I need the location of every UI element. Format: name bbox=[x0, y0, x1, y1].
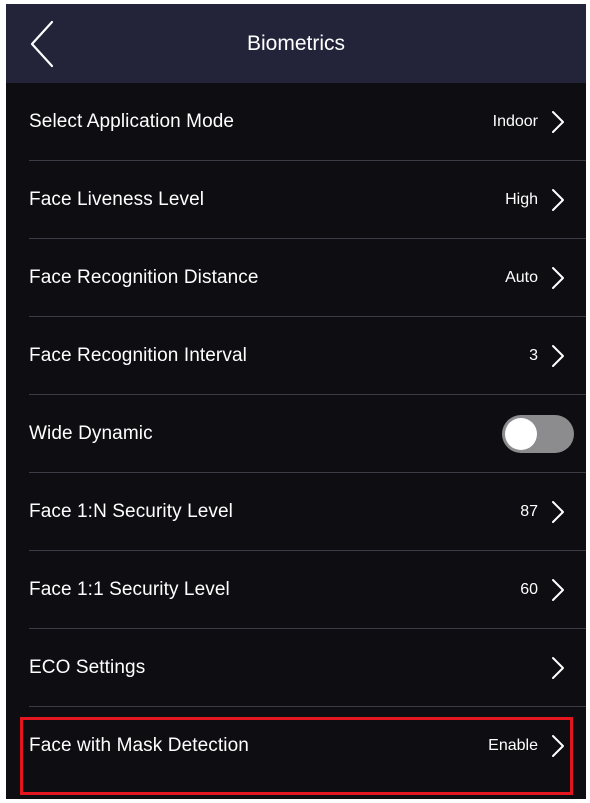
row-face-11-security-level[interactable]: Face 1:1 Security Level 60 bbox=[6, 551, 586, 629]
row-value: Indoor bbox=[492, 113, 538, 130]
chevron-right-icon bbox=[552, 267, 564, 289]
row-value: 3 bbox=[529, 347, 538, 364]
row-value: Auto bbox=[505, 269, 538, 286]
header-bar: Biometrics bbox=[6, 4, 586, 83]
row-value: 87 bbox=[520, 503, 538, 520]
row-label: Face Recognition Distance bbox=[29, 267, 259, 288]
row-label: Face 1:N Security Level bbox=[29, 501, 233, 522]
chevron-right-icon bbox=[552, 501, 564, 523]
row-label: Face with Mask Detection bbox=[29, 735, 249, 756]
chevron-right-icon bbox=[552, 111, 564, 133]
row-select-application-mode[interactable]: Select Application Mode Indoor bbox=[6, 83, 586, 161]
chevron-right-icon bbox=[552, 657, 564, 679]
device-screen: Biometrics Select Application Mode Indoo… bbox=[6, 4, 586, 799]
page-title: Biometrics bbox=[246, 32, 346, 55]
settings-list: Select Application Mode Indoor Face Live… bbox=[6, 83, 586, 785]
row-face-recognition-distance[interactable]: Face Recognition Distance Auto bbox=[6, 239, 586, 317]
chevron-right-icon bbox=[552, 189, 564, 211]
toggle-knob bbox=[505, 418, 537, 450]
row-face-with-mask-detection[interactable]: Face with Mask Detection Enable bbox=[6, 707, 586, 785]
wide-dynamic-toggle[interactable] bbox=[502, 415, 574, 453]
row-value: Enable bbox=[488, 737, 538, 754]
row-label: Face Liveness Level bbox=[29, 189, 205, 210]
chevron-left-icon bbox=[30, 20, 54, 68]
row-wide-dynamic: Wide Dynamic bbox=[6, 395, 586, 473]
back-button[interactable] bbox=[20, 18, 64, 70]
row-face-recognition-interval[interactable]: Face Recognition Interval 3 bbox=[6, 317, 586, 395]
row-label: ECO Settings bbox=[29, 657, 146, 678]
chevron-right-icon bbox=[552, 735, 564, 757]
row-face-1n-security-level[interactable]: Face 1:N Security Level 87 bbox=[6, 473, 586, 551]
row-label: Face 1:1 Security Level bbox=[29, 579, 230, 600]
row-face-liveness-level[interactable]: Face Liveness Level High bbox=[6, 161, 586, 239]
row-label: Wide Dynamic bbox=[29, 423, 153, 444]
chevron-right-icon bbox=[552, 579, 564, 601]
chevron-right-icon bbox=[552, 345, 564, 367]
row-label: Face Recognition Interval bbox=[29, 345, 247, 366]
row-value: 60 bbox=[520, 581, 538, 598]
row-value: High bbox=[505, 191, 538, 208]
row-eco-settings[interactable]: ECO Settings bbox=[6, 629, 586, 707]
row-label: Select Application Mode bbox=[29, 111, 235, 132]
